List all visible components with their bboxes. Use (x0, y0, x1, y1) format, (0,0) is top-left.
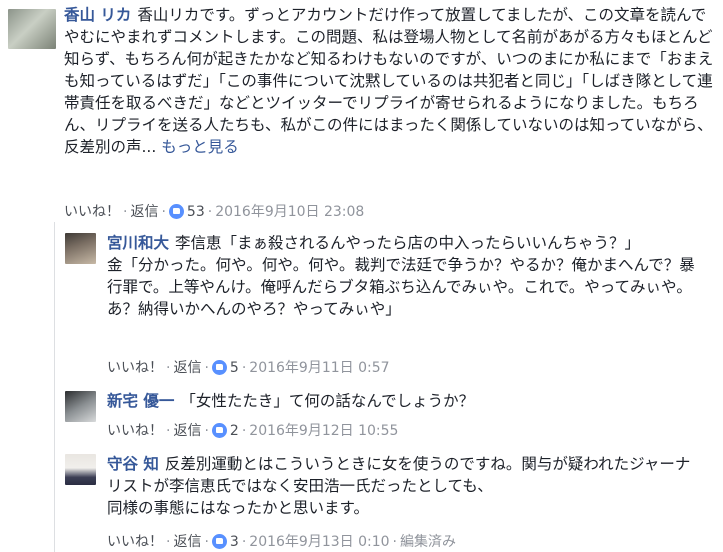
see-more-link[interactable]: もっと見る (161, 138, 239, 156)
like-button[interactable]: いいね！ (64, 204, 120, 220)
comment-timestamp[interactable]: 2016年9月10日 23:08 (215, 204, 364, 220)
comment-text: 李信恵「まぁ殺されるんやったら店の中入ったらいいんちゃう？」 金「分かった。何や… (107, 234, 695, 318)
comment-body: 香山 リカ 香山リカです。ずっとアカウントだけ作って放置してましたが、この文章を読… (64, 4, 714, 158)
comment-timestamp[interactable]: 2016年9月11日 0:57 (249, 360, 389, 376)
comment-text: 香山リカです。ずっとアカウントだけ作って放置してましたが、この文章を読んでやむに… (64, 6, 714, 156)
like-button[interactable]: いいね！ (107, 534, 163, 550)
comment-author[interactable]: 新宅 優一 (107, 392, 174, 410)
comment-actions: いいね！ · 返信 · 5 · 2016年9月11日 0:57 (107, 360, 390, 376)
reaction-count[interactable]: 3 (230, 534, 239, 550)
comment-body: 新宅 優一 「女性たたき」て何の話なんでしょうか？ (107, 390, 697, 412)
reaction-count[interactable]: 53 (187, 204, 205, 220)
comment-timestamp[interactable]: 2016年9月13日 0:10 (249, 534, 389, 550)
reply-button[interactable]: 返信 (130, 204, 158, 220)
edited-label[interactable]: 編集済み (400, 534, 456, 550)
reply-button[interactable]: 返信 (173, 534, 201, 550)
reaction-count[interactable]: 5 (230, 360, 239, 376)
comment-actions: いいね！ · 返信 · 3 · 2016年9月13日 0:10 · 編集済み (107, 534, 456, 550)
reply-button[interactable]: 返信 (173, 360, 201, 376)
thumbs-up-icon (211, 360, 227, 375)
comment-author[interactable]: 宮川和大 (107, 234, 169, 252)
avatar[interactable] (65, 454, 96, 485)
thumbs-up-icon (211, 423, 227, 438)
comment-body: 宮川和大 李信恵「まぁ殺されるんやったら店の中入ったらいいんちゃう？」 金「分かっ… (107, 232, 697, 320)
comment-actions: いいね！ · 返信 · 2 · 2016年9月12日 10:55 (107, 423, 399, 439)
comment-text: 「女性たたき」て何の話なんでしょうか？ (180, 392, 475, 410)
reaction-count[interactable]: 2 (230, 423, 239, 439)
comment-text: 反差別運動とはこういうときに女を使うのですね。関与が疑われたジャーナリストが李信… (107, 455, 691, 517)
comment-body: 守谷 知反差別運動とはこういうときに女を使うのですね。関与が疑われたジャーナリス… (107, 453, 697, 519)
comment-timestamp[interactable]: 2016年9月12日 10:55 (249, 423, 398, 439)
avatar[interactable] (8, 9, 56, 49)
avatar[interactable] (65, 391, 96, 422)
thumbs-up-icon (168, 204, 184, 219)
comment-actions: いいね！ · 返信 · 53 · 2016年9月10日 23:08 (64, 204, 365, 220)
comment-author[interactable]: 守谷 知 (107, 455, 159, 473)
like-button[interactable]: いいね！ (107, 360, 163, 376)
avatar[interactable] (65, 233, 96, 264)
comment-author[interactable]: 香山 リカ (64, 6, 131, 24)
reply-button[interactable]: 返信 (173, 423, 201, 439)
thumbs-up-icon (211, 534, 227, 549)
reply-thread-line (54, 222, 55, 552)
like-button[interactable]: いいね！ (107, 423, 163, 439)
